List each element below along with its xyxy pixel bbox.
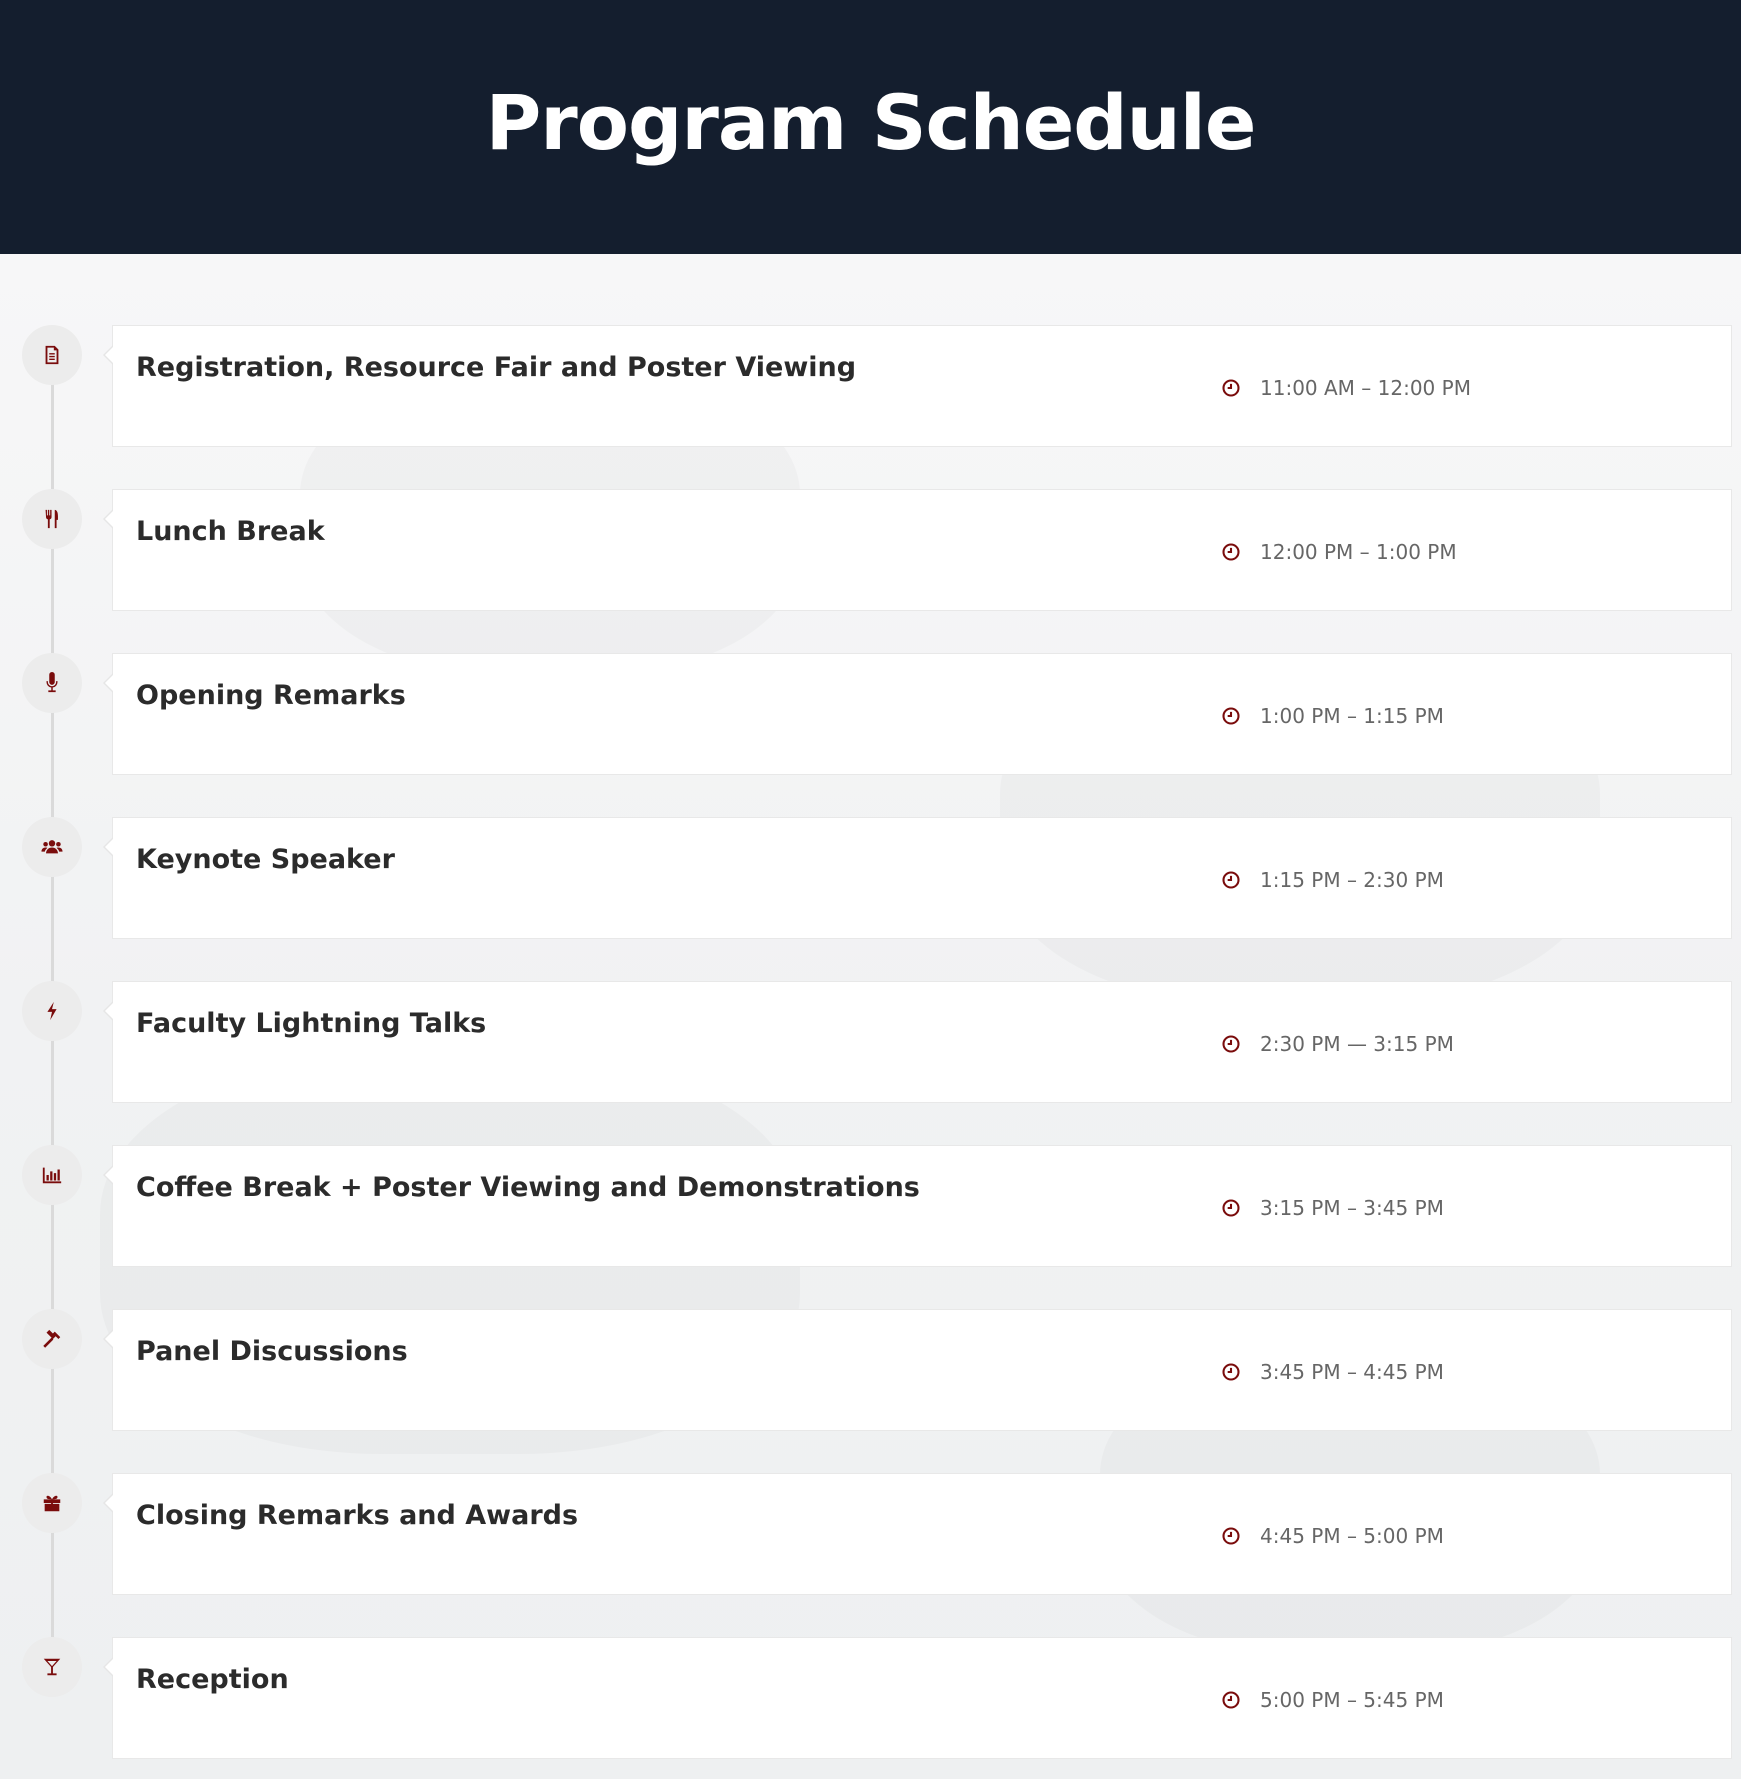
event-time-text: 1:15 PM – 2:30 PM [1260, 868, 1444, 892]
schedule-card[interactable]: Closing Remarks and Awards 4:45 PM – 5:0… [103, 1473, 1732, 1595]
event-title: Registration, Resource Fair and Poster V… [136, 352, 857, 383]
schedule-card[interactable]: Opening Remarks 1:00 PM – 1:15 PM [103, 653, 1732, 775]
event-time-text: 11:00 AM – 12:00 PM [1260, 376, 1471, 400]
page-title: Program Schedule [485, 78, 1257, 167]
event-title: Keynote Speaker [136, 844, 395, 875]
schedule-card[interactable]: Lunch Break 12:00 PM – 1:00 PM [103, 489, 1732, 611]
event-time: 1:15 PM – 2:30 PM [1221, 868, 1444, 892]
schedule-card[interactable]: Coffee Break + Poster Viewing and Demons… [103, 1145, 1732, 1267]
schedule-item: Lunch Break 12:00 PM – 1:00 PM [0, 489, 1741, 611]
event-time: 4:45 PM – 5:00 PM [1221, 1524, 1444, 1548]
event-time: 2:30 PM — 3:15 PM [1221, 1032, 1454, 1056]
schedule-card[interactable]: Reception 5:00 PM – 5:45 PM [103, 1637, 1732, 1759]
clock-icon [1222, 1527, 1240, 1545]
event-title: Reception [136, 1664, 289, 1695]
event-time: 11:00 AM – 12:00 PM [1221, 376, 1471, 400]
event-title: Panel Discussions [136, 1336, 408, 1367]
clock-icon [1222, 1035, 1240, 1053]
clock-icon [1222, 1199, 1240, 1217]
gift-icon [22, 1473, 82, 1533]
event-time-text: 3:15 PM – 3:45 PM [1260, 1196, 1444, 1220]
event-title: Closing Remarks and Awards [136, 1500, 579, 1531]
event-time-text: 4:45 PM – 5:00 PM [1260, 1524, 1444, 1548]
clock-icon [1222, 379, 1240, 397]
event-title: Faculty Lightning Talks [136, 1008, 487, 1039]
clock-icon [1222, 871, 1240, 889]
schedule-item: Faculty Lightning Talks 2:30 PM — 3:15 P… [0, 981, 1741, 1103]
event-title: Coffee Break + Poster Viewing and Demons… [136, 1172, 920, 1203]
schedule-item: Opening Remarks 1:00 PM – 1:15 PM [0, 653, 1741, 775]
event-time-text: 5:00 PM – 5:45 PM [1260, 1688, 1444, 1712]
gavel-icon [22, 1309, 82, 1369]
lightning-icon [22, 981, 82, 1041]
event-title: Opening Remarks [136, 680, 406, 711]
page-header: Program Schedule [0, 0, 1741, 254]
event-time: 3:15 PM – 3:45 PM [1221, 1196, 1444, 1220]
event-time-text: 3:45 PM – 4:45 PM [1260, 1360, 1444, 1384]
schedule-item: Panel Discussions 3:45 PM – 4:45 PM [0, 1309, 1741, 1431]
schedule-item: Closing Remarks and Awards 4:45 PM – 5:0… [0, 1473, 1741, 1595]
clock-icon [1222, 1691, 1240, 1709]
cocktail-icon [22, 1637, 82, 1697]
event-time: 1:00 PM – 1:15 PM [1221, 704, 1444, 728]
microphone-icon [22, 653, 82, 713]
event-time-text: 2:30 PM — 3:15 PM [1260, 1032, 1454, 1056]
schedule-card[interactable]: Panel Discussions 3:45 PM – 4:45 PM [103, 1309, 1732, 1431]
clock-icon [1222, 707, 1240, 725]
event-time-text: 12:00 PM – 1:00 PM [1260, 540, 1457, 564]
event-time: 3:45 PM – 4:45 PM [1221, 1360, 1444, 1384]
event-time: 5:00 PM – 5:45 PM [1221, 1688, 1444, 1712]
utensils-icon [22, 489, 82, 549]
document-icon [22, 325, 82, 385]
bar-chart-icon [22, 1145, 82, 1205]
event-title: Lunch Break [136, 516, 325, 547]
schedule-card[interactable]: Faculty Lightning Talks 2:30 PM — 3:15 P… [103, 981, 1732, 1103]
event-time-text: 1:00 PM – 1:15 PM [1260, 704, 1444, 728]
users-icon [22, 817, 82, 877]
schedule-card[interactable]: Registration, Resource Fair and Poster V… [103, 325, 1732, 447]
schedule-item: Keynote Speaker 1:15 PM – 2:30 PM [0, 817, 1741, 939]
clock-icon [1222, 1363, 1240, 1381]
clock-icon [1222, 543, 1240, 561]
schedule-item: Reception 5:00 PM – 5:45 PM [0, 1637, 1741, 1759]
schedule-item: Registration, Resource Fair and Poster V… [0, 325, 1741, 447]
event-time: 12:00 PM – 1:00 PM [1221, 540, 1457, 564]
schedule-card[interactable]: Keynote Speaker 1:15 PM – 2:30 PM [103, 817, 1732, 939]
schedule-item: Coffee Break + Poster Viewing and Demons… [0, 1145, 1741, 1267]
